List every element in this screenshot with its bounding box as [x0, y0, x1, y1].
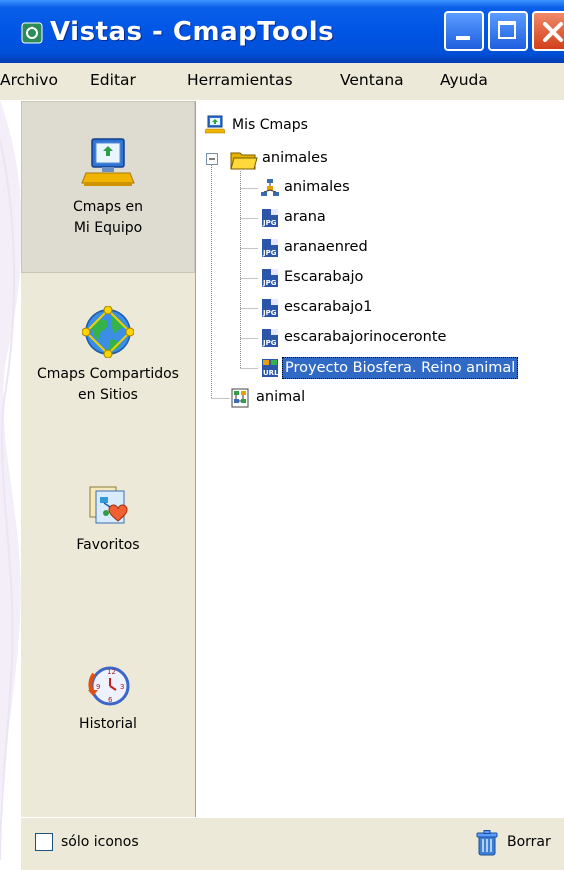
- solo-iconos-label: sólo iconos: [61, 834, 139, 850]
- menu-editar[interactable]: Editar: [90, 71, 136, 89]
- cmaptools-app-icon: [21, 22, 43, 44]
- favorites-icon: [89, 486, 128, 524]
- svg-text:3: 3: [120, 683, 124, 691]
- views-sidebar: Cmaps en Mi Equipo Cmaps Compartidos en …: [21, 101, 196, 817]
- tree-folder-label: animales: [262, 150, 328, 166]
- sidebar-item-historial[interactable]: 12 3 6 9 Historial: [21, 664, 195, 735]
- jpg-file-icon: JPG: [262, 329, 278, 347]
- title-bar[interactable]: Vistas - CmapTools: [0, 0, 564, 63]
- tree-folder-animales[interactable]: animales: [196, 147, 396, 171]
- jpg-file-icon: JPG: [262, 209, 278, 227]
- sidebar-item-label: Cmaps Compartidos: [37, 366, 179, 382]
- concept-map-icon: [261, 179, 279, 196]
- url-link-icon: URL: [262, 359, 279, 377]
- cmap-document-icon: [231, 388, 249, 408]
- svg-text:JPG: JPG: [262, 309, 277, 317]
- tree-item-label: escarabajorinoceronte: [284, 329, 447, 345]
- cmaptools-window: Vistas - CmapTools Archivo Editar Herram…: [0, 0, 564, 870]
- close-button[interactable]: [532, 11, 564, 51]
- svg-text:JPG: JPG: [262, 219, 277, 227]
- tree-item-label: escarabajo1: [284, 299, 373, 315]
- tree-item-label: aranaenred: [284, 239, 368, 255]
- minimize-button[interactable]: [444, 11, 484, 51]
- jpg-file-icon: JPG: [262, 239, 278, 257]
- sidebar-item-favoritos[interactable]: Favoritos: [21, 483, 195, 556]
- svg-text:JPG: JPG: [262, 279, 277, 287]
- svg-text:12: 12: [107, 668, 116, 676]
- close-icon: [543, 22, 563, 42]
- tree-item-label: animales: [284, 179, 350, 195]
- menu-ventana[interactable]: Ventana: [340, 71, 404, 89]
- jpg-file-icon: JPG: [262, 299, 278, 317]
- trash-icon[interactable]: [476, 830, 498, 856]
- sidebar-item-mi-equipo[interactable]: Cmaps en Mi Equipo: [21, 101, 195, 273]
- history-clock-icon: 12 3 6 9: [88, 666, 130, 706]
- tree-item-label: animal: [256, 389, 306, 405]
- globe-network-icon: [82, 306, 134, 358]
- bottom-bar: sólo iconos Borrar: [21, 817, 564, 870]
- svg-text:9: 9: [96, 683, 100, 691]
- svg-text:6: 6: [108, 696, 113, 704]
- menu-bar: Archivo Editar Herramientas Ventana Ayud…: [0, 63, 564, 101]
- window-title: Vistas - CmapTools: [50, 17, 335, 47]
- open-folder-icon: [230, 152, 258, 170]
- menu-ayuda[interactable]: Ayuda: [440, 71, 488, 89]
- svg-text:JPG: JPG: [262, 249, 277, 257]
- sidebar-item-label: Cmaps en: [72, 199, 144, 215]
- cmaps-tree-panel: Mis Cmaps animales animales JPG arana JP…: [196, 101, 564, 817]
- menu-archivo[interactable]: Archivo: [0, 71, 58, 89]
- sidebar-item-compartidos[interactable]: Cmaps Compartidos en Sitios: [21, 306, 195, 406]
- jpg-file-icon: JPG: [262, 269, 278, 287]
- svg-text:JPG: JPG: [262, 339, 277, 347]
- menu-herramientas[interactable]: Herramientas: [187, 71, 293, 89]
- sidebar-item-label: Historial: [79, 716, 137, 732]
- tree-item-label: Proyecto Biosfera. Reino animal: [282, 357, 519, 379]
- solo-iconos-checkbox[interactable]: [35, 833, 53, 851]
- delete-button[interactable]: Borrar: [507, 834, 551, 850]
- sidebar-item-label: Favoritos: [76, 537, 140, 553]
- sidebar-item-label: en Sitios: [78, 387, 138, 403]
- sidebar-item-label: Mi Equipo: [73, 220, 143, 236]
- svg-text:URL: URL: [263, 369, 279, 377]
- maximize-button[interactable]: [488, 11, 528, 51]
- tree-item-label: Escarabajo: [284, 269, 364, 285]
- tree-item-label: arana: [284, 209, 326, 225]
- collapse-toggle-icon[interactable]: [206, 153, 218, 165]
- computer-icon: [81, 138, 135, 186]
